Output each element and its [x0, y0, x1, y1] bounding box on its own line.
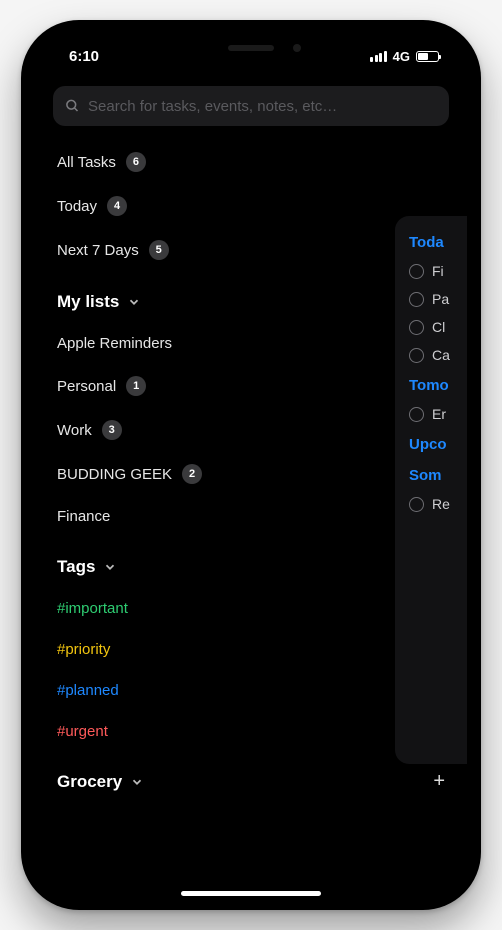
peek-task[interactable]: Cl [409, 319, 467, 335]
list-label: Finance [57, 508, 110, 525]
radio-icon[interactable] [409, 320, 424, 335]
peek-panel[interactable]: Toda Fi Pa Cl Ca Tomo Er Upco Som Re [395, 216, 467, 764]
chevron-down-icon [130, 775, 144, 789]
tag-label: #important [57, 600, 128, 617]
radio-icon[interactable] [409, 264, 424, 279]
screen: 6:10 4G All Tasks 6 Today 4 Next 7 Days [35, 34, 467, 896]
peek-task-label: Fi [432, 263, 444, 279]
peek-task-label: Re [432, 496, 450, 512]
count-badge: 2 [182, 464, 202, 484]
peek-task[interactable]: Re [409, 496, 467, 512]
add-grocery-button[interactable]: + [433, 770, 445, 793]
count-badge: 6 [126, 152, 146, 172]
section-title-label: Grocery [57, 772, 122, 792]
peek-header: Tomo [409, 377, 467, 394]
peek-header: Toda [409, 234, 467, 251]
list-label: Apple Reminders [57, 335, 172, 352]
search-bar[interactable] [53, 86, 449, 126]
radio-icon[interactable] [409, 292, 424, 307]
count-badge: 3 [102, 420, 122, 440]
peek-task-label: Cl [432, 319, 445, 335]
section-title-label: My lists [57, 292, 119, 312]
content: All Tasks 6 Today 4 Next 7 Days 5 My lis… [35, 86, 467, 896]
signal-icon [370, 51, 387, 62]
radio-icon[interactable] [409, 497, 424, 512]
tag-label: #planned [57, 682, 119, 699]
peek-header: Upco [409, 436, 467, 453]
peek-header: Som [409, 467, 467, 484]
radio-icon[interactable] [409, 348, 424, 363]
section-title-label: Tags [57, 557, 95, 577]
search-input[interactable] [88, 98, 437, 115]
peek-task[interactable]: Fi [409, 263, 467, 279]
list-label: Work [57, 422, 92, 439]
nav-label: All Tasks [57, 154, 116, 171]
peek-task-label: Pa [432, 291, 449, 307]
list-label: BUDDING GEEK [57, 466, 172, 483]
search-icon [65, 98, 80, 114]
list-label: Personal [57, 378, 116, 395]
peek-task[interactable]: Er [409, 406, 467, 422]
notch [161, 34, 341, 62]
nav-all-tasks[interactable]: All Tasks 6 [35, 140, 467, 184]
peek-task-label: Er [432, 406, 446, 422]
tag-label: #urgent [57, 723, 108, 740]
battery-icon [416, 51, 439, 62]
count-badge: 5 [149, 240, 169, 260]
radio-icon[interactable] [409, 407, 424, 422]
chevron-down-icon [127, 295, 141, 309]
count-badge: 1 [126, 376, 146, 396]
peek-task[interactable]: Pa [409, 291, 467, 307]
home-indicator[interactable] [181, 891, 321, 896]
status-right: 4G [370, 49, 439, 64]
phone-frame: 6:10 4G All Tasks 6 Today 4 Next 7 Days [21, 20, 481, 910]
network-label: 4G [393, 49, 410, 64]
tag-label: #priority [57, 641, 110, 658]
status-time: 6:10 [69, 48, 99, 65]
peek-task[interactable]: Ca [409, 347, 467, 363]
peek-task-label: Ca [432, 347, 450, 363]
chevron-down-icon [103, 560, 117, 574]
nav-label: Next 7 Days [57, 242, 139, 259]
count-badge: 4 [107, 196, 127, 216]
nav-label: Today [57, 198, 97, 215]
